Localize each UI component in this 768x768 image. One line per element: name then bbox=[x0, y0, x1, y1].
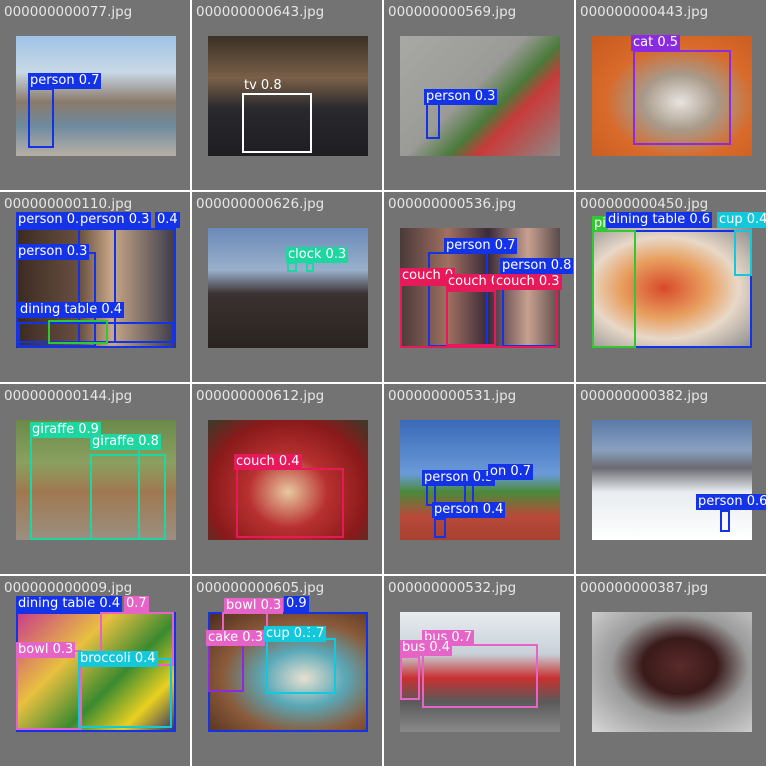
detection-label: tv 0.8 bbox=[244, 78, 282, 93]
tile-000000000531[interactable]: 000000000531.jpg person 0.5 on 0.7 perso… bbox=[384, 384, 574, 574]
tile-filename: 000000000382.jpg bbox=[580, 388, 709, 404]
tile-000000000569[interactable]: 000000000569.jpg person 0.3 bbox=[384, 0, 574, 190]
detection-box bbox=[28, 88, 54, 148]
tile-filename: 000000000643.jpg bbox=[196, 4, 325, 20]
detection-label: person 0.6 bbox=[696, 494, 766, 510]
detection-label: person 0.3 bbox=[424, 89, 498, 105]
detection-label: person 0.5 bbox=[422, 470, 496, 486]
tile-filename: 000000000536.jpg bbox=[388, 196, 517, 212]
detection-label: on 0.7 bbox=[488, 464, 533, 480]
detection-label: 0.9 bbox=[284, 596, 309, 612]
detection-label: cat 0.5 bbox=[631, 35, 681, 51]
tile-000000000643[interactable]: 000000000643.jpg tv 0.8 bbox=[192, 0, 382, 190]
detection-label: person 0.7 bbox=[28, 73, 102, 89]
detection-label: couch 0.3 bbox=[494, 274, 562, 290]
detection-box bbox=[78, 658, 172, 728]
detection-label: 0.4 bbox=[155, 212, 180, 228]
detection-label: person 0. bbox=[16, 212, 82, 228]
tile-filename: 000000000605.jpg bbox=[196, 580, 325, 596]
tile-000000000605[interactable]: 000000000605.jpg 0.9 bowl 0.3 cake 0.3 c… bbox=[192, 576, 382, 766]
detection-box bbox=[426, 103, 440, 139]
detection-label: person 0.7 bbox=[444, 238, 518, 254]
tile-filename: 000000000612.jpg bbox=[196, 388, 325, 404]
detection-box bbox=[592, 230, 636, 348]
tile-000000000144[interactable]: 000000000144.jpg giraffe 0.9 giraffe 0.8 bbox=[0, 384, 190, 574]
detection-label: person 0.4 bbox=[432, 502, 506, 518]
tile-filename: 000000000387.jpg bbox=[580, 580, 709, 596]
detection-label: cup 0.4 bbox=[717, 212, 766, 228]
detection-label: cup 0.3 bbox=[264, 626, 317, 642]
detection-label: clock 0.3 bbox=[286, 247, 349, 263]
detection-box bbox=[48, 320, 108, 344]
detection-box bbox=[633, 50, 731, 145]
tile-000000000077[interactable]: 000000000077.jpg person 0.7 bbox=[0, 0, 190, 190]
tile-filename: 000000000443.jpg bbox=[580, 4, 709, 20]
detection-box bbox=[434, 518, 446, 538]
detection-box bbox=[242, 93, 312, 153]
tile-filename: 000000000532.jpg bbox=[388, 580, 517, 596]
detection-label: bowl 0.3 bbox=[224, 598, 284, 614]
tile-000000000009[interactable]: 000000000009.jpg dining table 0.4 0.7 bo… bbox=[0, 576, 190, 766]
detection-label: couch 0 bbox=[446, 274, 502, 290]
tile-000000000532[interactable]: 000000000532.jpg bus 0.7 bus 0.4 bbox=[384, 576, 574, 766]
detection-label: dining table 0.6 bbox=[606, 212, 713, 228]
detection-label: bus 0.4 bbox=[400, 640, 453, 656]
tile-image bbox=[208, 228, 368, 348]
tile-000000000626[interactable]: 000000000626.jpg clock 0.3 bbox=[192, 192, 382, 382]
tile-000000000110[interactable]: 000000000110.jpg person 0. person 0.3 0.… bbox=[0, 192, 190, 382]
tile-filename: 000000000531.jpg bbox=[388, 388, 517, 404]
detection-box bbox=[306, 262, 314, 272]
tile-000000000612[interactable]: 000000000612.jpg couch 0.4 bbox=[192, 384, 382, 574]
detection-label: person 0.3 bbox=[16, 244, 90, 260]
detection-label: .7 bbox=[310, 626, 327, 642]
detection-label: dining table 0.4 bbox=[16, 596, 123, 612]
detection-label: person 0.8 bbox=[500, 258, 574, 274]
tile-filename: 000000000569.jpg bbox=[388, 4, 517, 20]
detection-box bbox=[266, 638, 336, 694]
detection-label: dining table 0.4 bbox=[18, 302, 125, 318]
detection-box bbox=[90, 454, 166, 540]
detection-label: bowl 0.3 bbox=[16, 642, 76, 658]
tile-000000000536[interactable]: 000000000536.jpg person 0.7 person 0.8 c… bbox=[384, 192, 574, 382]
tile-image bbox=[592, 612, 752, 732]
detection-box bbox=[400, 656, 420, 700]
tile-000000000450[interactable]: 000000000450.jpg pi dining table 0.6 cup… bbox=[576, 192, 766, 382]
tile-000000000382[interactable]: 000000000382.jpg person 0.6 bbox=[576, 384, 766, 574]
tile-filename: 000000000144.jpg bbox=[4, 388, 133, 404]
tile-000000000387[interactable]: 000000000387.jpg bbox=[576, 576, 766, 766]
detection-box bbox=[236, 468, 344, 538]
tile-filename: 000000000626.jpg bbox=[196, 196, 325, 212]
detection-label: couch 0.4 bbox=[234, 454, 302, 470]
detection-box bbox=[16, 650, 82, 730]
detection-box bbox=[734, 230, 752, 276]
detection-label: giraffe 0.8 bbox=[90, 434, 161, 450]
tile-filename: 000000000110.jpg bbox=[4, 196, 133, 212]
tile-filename: 000000000077.jpg bbox=[4, 4, 133, 20]
tile-000000000443[interactable]: 000000000443.jpg cat 0.5 bbox=[576, 0, 766, 190]
tile-filename: 000000000450.jpg bbox=[580, 196, 709, 212]
detection-label: broccoli 0.4 bbox=[78, 651, 158, 667]
detection-box bbox=[287, 262, 297, 272]
detection-label: 0.7 bbox=[124, 596, 149, 612]
detection-box bbox=[720, 510, 730, 532]
detection-box bbox=[208, 642, 244, 692]
tile-filename: 000000000009.jpg bbox=[4, 580, 133, 596]
detection-label: cake 0.3 bbox=[206, 630, 265, 646]
detection-label: person 0.3 bbox=[78, 212, 152, 228]
detection-box bbox=[446, 290, 496, 346]
